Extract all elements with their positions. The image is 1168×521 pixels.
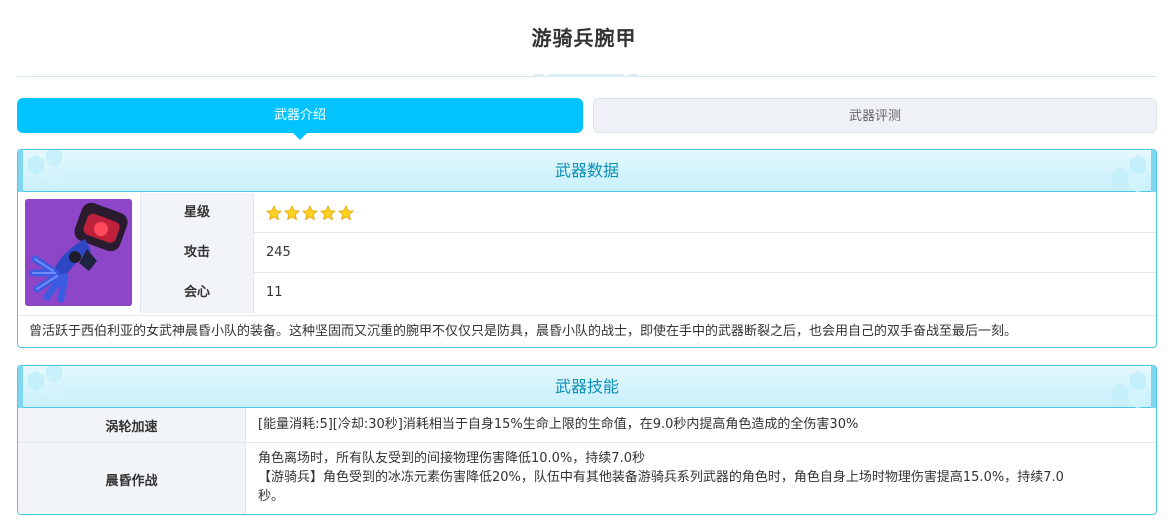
stat-row-crit: 会心 11: [140, 273, 1156, 313]
weapon-skills-title: 武器技能: [554, 377, 619, 396]
star-icon: [266, 205, 282, 221]
skill-line: 角色离场时，所有队友受到的间接物理伤害降低10.0%，持续7.0秒: [258, 451, 645, 466]
stat-label: 攻击: [140, 233, 254, 273]
skill-line: 秒。: [258, 489, 285, 504]
title-divider-accent: [534, 74, 638, 78]
stat-label: 会心: [140, 273, 254, 313]
skill-line: [能量消耗:5][冷却:30秒]消耗相当于自身15%生命上限的生命值，在9.0秒…: [258, 417, 859, 432]
skill-name: 晨昏作战: [18, 443, 246, 514]
stat-row-attack: 攻击 245: [140, 233, 1156, 273]
hex-decoration-icon: [1112, 150, 1156, 192]
weapon-data-header: 武器数据: [18, 150, 1156, 192]
gauntlet-icon: [25, 199, 132, 306]
stat-value-attack: 245: [266, 245, 291, 260]
weapon-description: 曾活跃于西伯利亚的女武神晨昏小队的装备。这种坚固而又沉重的腕甲不仅仅只是防具，晨…: [29, 324, 1018, 339]
rarity-stars: [266, 205, 354, 221]
skill-row: 晨昏作战 角色离场时，所有队友受到的间接物理伤害降低10.0%，持续7.0秒 【…: [18, 442, 1156, 514]
weapon-data-title: 武器数据: [554, 161, 619, 180]
weapon-data-panel: 武器数据 星级 攻击 245 会心 11 曾活跃于西伯利亚的女武神晨昏小队的装备…: [17, 149, 1157, 348]
star-icon: [320, 205, 336, 221]
weapon-stats-table: 星级 攻击 245 会心 11: [140, 193, 1156, 313]
tab-bar: 武器介绍 武器评测: [17, 98, 1157, 140]
skill-name: 涡轮加速: [18, 408, 246, 442]
star-icon: [284, 205, 300, 221]
hex-decoration-icon: [18, 150, 62, 192]
stat-label: 星级: [140, 193, 254, 233]
skill-row: 涡轮加速 [能量消耗:5][冷却:30秒]消耗相当于自身15%生命上限的生命值，…: [18, 408, 1156, 442]
weapon-skills-header: 武器技能: [18, 366, 1156, 408]
star-icon: [302, 205, 318, 221]
weapon-skills-panel: 武器技能 涡轮加速 [能量消耗:5][冷却:30秒]消耗相当于自身15%生命上限…: [17, 365, 1157, 515]
weapon-image: [25, 199, 132, 306]
star-icon: [338, 205, 354, 221]
page-title: 游骑兵腕甲: [531, 26, 637, 50]
stat-row-rarity: 星级: [140, 193, 1156, 233]
tab-weapon-review[interactable]: 武器评测: [593, 98, 1157, 133]
description-divider: [18, 315, 1156, 316]
tab-weapon-intro[interactable]: 武器介绍: [17, 98, 583, 140]
skill-line: 【游骑兵】角色受到的冰冻元素伤害降低20%，队伍中有其他装备游骑兵系列武器的角色…: [258, 470, 1064, 485]
hex-decoration-icon: [1112, 366, 1156, 408]
skill-description: [能量消耗:5][冷却:30秒]消耗相当于自身15%生命上限的生命值，在9.0秒…: [258, 415, 1138, 434]
hex-decoration-icon: [18, 366, 62, 408]
skill-description: 角色离场时，所有队友受到的间接物理伤害降低10.0%，持续7.0秒 【游骑兵】角…: [258, 449, 1138, 506]
stat-value-crit: 11: [266, 285, 283, 300]
